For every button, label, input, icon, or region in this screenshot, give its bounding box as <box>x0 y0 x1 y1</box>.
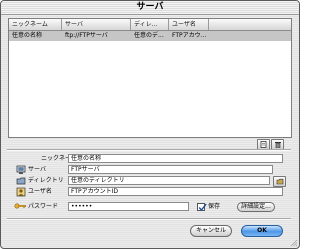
cell-directory: 任意のデ... <box>134 32 164 39</box>
column-header-username[interactable]: ユーザ名 <box>169 19 209 30</box>
cell-username: FTPアカウ... <box>172 32 207 39</box>
cancel-button[interactable]: キャンセル <box>190 225 232 237</box>
save-checkbox[interactable] <box>197 203 207 212</box>
checkmark-icon <box>198 203 207 212</box>
window-title: サーバ <box>136 2 164 12</box>
resize-grip-icon[interactable] <box>290 239 298 247</box>
ok-button[interactable]: OK <box>241 225 283 237</box>
username-field[interactable]: FTPアカウントID <box>68 187 283 196</box>
table-header: ニックネーム サーバ ディレ... ユーザ名 <box>9 19 291 31</box>
browse-directory-button[interactable] <box>273 176 286 187</box>
nickname-field[interactable]: 任意の名称 <box>68 154 283 163</box>
server-label: サーバ <box>28 166 46 173</box>
key-icon <box>14 203 27 209</box>
server-field[interactable]: FTPサーバ <box>68 165 273 174</box>
server-list[interactable]: ニックネーム サーバ ディレ... ユーザ名 任意の名称 ftp://FTPサー… <box>8 18 292 138</box>
user-icon <box>16 187 26 197</box>
column-header-server[interactable]: サーバ <box>62 19 131 30</box>
divider <box>7 218 291 220</box>
directory-label: ディレクトリ <box>28 177 64 184</box>
cell-server: ftp://FTPサーバ <box>65 32 108 39</box>
save-label: 保存 <box>208 203 221 210</box>
password-field[interactable]: •••••• <box>68 202 189 211</box>
column-header-nickname[interactable]: ニックネーム <box>9 19 62 30</box>
column-header-directory[interactable]: ディレ... <box>131 19 169 30</box>
advanced-settings-button[interactable]: 詳細設定... <box>237 202 275 212</box>
server-dialog: サーバ ニックネーム サーバ ディレ... ユーザ名 任意の名称 ftp://F… <box>0 0 300 249</box>
username-label: ユーザ名 <box>28 188 52 195</box>
table-row[interactable]: 任意の名称 ftp://FTPサーバ 任意のデ... FTPアカウ... <box>9 31 291 41</box>
password-label: パスワード <box>28 203 59 210</box>
divider <box>7 149 291 151</box>
directory-field[interactable]: 任意のディレクトリ <box>68 176 270 185</box>
title-bar[interactable]: サーバ <box>1 1 299 15</box>
cell-nickname: 任意の名称 <box>12 32 43 39</box>
document-icon <box>260 141 267 148</box>
folder-icon <box>16 177 26 185</box>
trash-icon <box>275 142 281 148</box>
server-icon <box>16 165 26 174</box>
browse-icon <box>276 178 284 185</box>
